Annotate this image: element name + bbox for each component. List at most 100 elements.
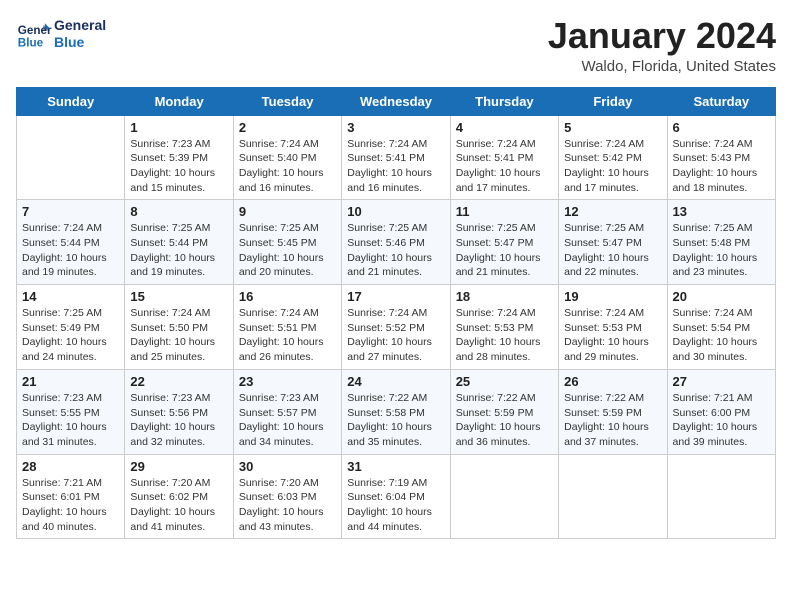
calendar-cell: 12 Sunrise: 7:25 AMSunset: 5:47 PMDayligh… bbox=[559, 200, 667, 285]
calendar-cell bbox=[667, 454, 775, 539]
week-row-2: 7 Sunrise: 7:24 AMSunset: 5:44 PMDaylight… bbox=[17, 200, 776, 285]
day-number: 15 bbox=[130, 289, 227, 304]
day-info: Sunrise: 7:24 AMSunset: 5:44 PMDaylight:… bbox=[22, 221, 119, 280]
calendar-cell: 8 Sunrise: 7:25 AMSunset: 5:44 PMDaylight… bbox=[125, 200, 233, 285]
day-info: Sunrise: 7:25 AMSunset: 5:45 PMDaylight:… bbox=[239, 221, 336, 280]
day-info: Sunrise: 7:25 AMSunset: 5:47 PMDaylight:… bbox=[564, 221, 661, 280]
day-number: 9 bbox=[239, 204, 336, 219]
calendar-cell: 26Sunrise: 7:22 AMSunset: 5:59 PMDayligh… bbox=[559, 369, 667, 454]
calendar-cell: 1 Sunrise: 7:23 AMSunset: 5:39 PMDaylight… bbox=[125, 115, 233, 200]
week-row-1: 1 Sunrise: 7:23 AMSunset: 5:39 PMDaylight… bbox=[17, 115, 776, 200]
calendar-cell: 14 Sunrise: 7:25 AMSunset: 5:49 PMDayligh… bbox=[17, 285, 125, 370]
logo-line1: General bbox=[54, 17, 106, 34]
calendar-cell: 27Sunrise: 7:21 AMSunset: 6:00 PMDayligh… bbox=[667, 369, 775, 454]
calendar-cell bbox=[450, 454, 558, 539]
day-number: 13 bbox=[673, 204, 770, 219]
day-number: 16 bbox=[239, 289, 336, 304]
svg-text:Blue: Blue bbox=[18, 37, 44, 50]
day-number: 29 bbox=[130, 459, 227, 474]
day-info: Sunrise: 7:24 AMSunset: 5:41 PMDaylight:… bbox=[456, 137, 553, 196]
day-info: Sunrise: 7:24 AMSunset: 5:41 PMDaylight:… bbox=[347, 137, 444, 196]
calendar-cell: 10 Sunrise: 7:25 AMSunset: 5:46 PMDayligh… bbox=[342, 200, 450, 285]
day-number: 14 bbox=[22, 289, 119, 304]
calendar-cell: 22 Sunrise: 7:23 AMSunset: 5:56 PMDayligh… bbox=[125, 369, 233, 454]
calendar-cell: 13 Sunrise: 7:25 AMSunset: 5:48 PMDayligh… bbox=[667, 200, 775, 285]
day-number: 5 bbox=[564, 120, 661, 135]
calendar-cell: 24Sunrise: 7:22 AMSunset: 5:58 PMDayligh… bbox=[342, 369, 450, 454]
day-number: 1 bbox=[130, 120, 227, 135]
calendar-cell: 5 Sunrise: 7:24 AMSunset: 5:42 PMDaylight… bbox=[559, 115, 667, 200]
calendar-cell: 7 Sunrise: 7:24 AMSunset: 5:44 PMDaylight… bbox=[17, 200, 125, 285]
logo-icon: General Blue bbox=[16, 16, 52, 52]
day-info: Sunrise: 7:22 AMSunset: 5:58 PMDaylight:… bbox=[347, 391, 444, 450]
day-info: Sunrise: 7:25 AMSunset: 5:44 PMDaylight:… bbox=[130, 221, 227, 280]
day-info: Sunrise: 7:24 AMSunset: 5:54 PMDaylight:… bbox=[673, 306, 770, 365]
day-info: Sunrise: 7:24 AMSunset: 5:50 PMDaylight:… bbox=[130, 306, 227, 365]
day-number: 6 bbox=[673, 120, 770, 135]
calendar-cell bbox=[17, 115, 125, 200]
day-number: 28 bbox=[22, 459, 119, 474]
day-info: Sunrise: 7:23 AMSunset: 5:39 PMDaylight:… bbox=[130, 137, 227, 196]
day-number: 22 bbox=[130, 374, 227, 389]
calendar-cell: 6 Sunrise: 7:24 AMSunset: 5:43 PMDaylight… bbox=[667, 115, 775, 200]
title-block: January 2024 Waldo, Florida, United Stat… bbox=[548, 16, 776, 75]
day-number: 30 bbox=[239, 459, 336, 474]
calendar-header-friday: Friday bbox=[559, 87, 667, 115]
day-number: 19 bbox=[564, 289, 661, 304]
day-info: Sunrise: 7:25 AMSunset: 5:47 PMDaylight:… bbox=[456, 221, 553, 280]
day-info: Sunrise: 7:22 AMSunset: 5:59 PMDaylight:… bbox=[564, 391, 661, 450]
day-number: 11 bbox=[456, 204, 553, 219]
calendar-cell: 9 Sunrise: 7:25 AMSunset: 5:45 PMDaylight… bbox=[233, 200, 341, 285]
calendar-cell: 28 Sunrise: 7:21 AMSunset: 6:01 PMDayligh… bbox=[17, 454, 125, 539]
calendar-header-wednesday: Wednesday bbox=[342, 87, 450, 115]
calendar-cell: 31Sunrise: 7:19 AMSunset: 6:04 PMDayligh… bbox=[342, 454, 450, 539]
day-info: Sunrise: 7:21 AMSunset: 6:01 PMDaylight:… bbox=[22, 476, 119, 535]
day-info: Sunrise: 7:24 AMSunset: 5:53 PMDaylight:… bbox=[456, 306, 553, 365]
day-info: Sunrise: 7:24 AMSunset: 5:40 PMDaylight:… bbox=[239, 137, 336, 196]
calendar-header-saturday: Saturday bbox=[667, 87, 775, 115]
day-number: 17 bbox=[347, 289, 444, 304]
day-number: 23 bbox=[239, 374, 336, 389]
calendar-cell: 11 Sunrise: 7:25 AMSunset: 5:47 PMDayligh… bbox=[450, 200, 558, 285]
day-info: Sunrise: 7:24 AMSunset: 5:52 PMDaylight:… bbox=[347, 306, 444, 365]
calendar-cell: 25 Sunrise: 7:22 AMSunset: 5:59 PMDayligh… bbox=[450, 369, 558, 454]
day-info: Sunrise: 7:25 AMSunset: 5:48 PMDaylight:… bbox=[673, 221, 770, 280]
day-info: Sunrise: 7:24 AMSunset: 5:43 PMDaylight:… bbox=[673, 137, 770, 196]
day-info: Sunrise: 7:20 AMSunset: 6:03 PMDaylight:… bbox=[239, 476, 336, 535]
calendar-header-sunday: Sunday bbox=[17, 87, 125, 115]
page-header: General Blue General Blue January 2024 W… bbox=[16, 16, 776, 75]
day-info: Sunrise: 7:25 AMSunset: 5:46 PMDaylight:… bbox=[347, 221, 444, 280]
day-info: Sunrise: 7:24 AMSunset: 5:53 PMDaylight:… bbox=[564, 306, 661, 365]
week-row-4: 21Sunrise: 7:23 AMSunset: 5:55 PMDayligh… bbox=[17, 369, 776, 454]
day-number: 25 bbox=[456, 374, 553, 389]
calendar-cell: 2 Sunrise: 7:24 AMSunset: 5:40 PMDaylight… bbox=[233, 115, 341, 200]
day-number: 10 bbox=[347, 204, 444, 219]
calendar-header-thursday: Thursday bbox=[450, 87, 558, 115]
day-info: Sunrise: 7:22 AMSunset: 5:59 PMDaylight:… bbox=[456, 391, 553, 450]
calendar-cell: 17 Sunrise: 7:24 AMSunset: 5:52 PMDayligh… bbox=[342, 285, 450, 370]
day-info: Sunrise: 7:25 AMSunset: 5:49 PMDaylight:… bbox=[22, 306, 119, 365]
calendar-cell: 30 Sunrise: 7:20 AMSunset: 6:03 PMDayligh… bbox=[233, 454, 341, 539]
day-number: 12 bbox=[564, 204, 661, 219]
day-number: 7 bbox=[22, 204, 119, 219]
calendar-cell: 15 Sunrise: 7:24 AMSunset: 5:50 PMDayligh… bbox=[125, 285, 233, 370]
day-number: 20 bbox=[673, 289, 770, 304]
calendar-cell: 4 Sunrise: 7:24 AMSunset: 5:41 PMDaylight… bbox=[450, 115, 558, 200]
calendar-cell bbox=[559, 454, 667, 539]
day-number: 3 bbox=[347, 120, 444, 135]
month-title: January 2024 bbox=[548, 16, 776, 56]
calendar-cell: 23Sunrise: 7:23 AMSunset: 5:57 PMDayligh… bbox=[233, 369, 341, 454]
day-info: Sunrise: 7:24 AMSunset: 5:42 PMDaylight:… bbox=[564, 137, 661, 196]
day-number: 2 bbox=[239, 120, 336, 135]
day-info: Sunrise: 7:23 AMSunset: 5:56 PMDaylight:… bbox=[130, 391, 227, 450]
day-number: 8 bbox=[130, 204, 227, 219]
calendar-header-monday: Monday bbox=[125, 87, 233, 115]
calendar-body: 1 Sunrise: 7:23 AMSunset: 5:39 PMDaylight… bbox=[17, 115, 776, 539]
day-info: Sunrise: 7:24 AMSunset: 5:51 PMDaylight:… bbox=[239, 306, 336, 365]
calendar-cell: 16 Sunrise: 7:24 AMSunset: 5:51 PMDayligh… bbox=[233, 285, 341, 370]
week-row-3: 14 Sunrise: 7:25 AMSunset: 5:49 PMDayligh… bbox=[17, 285, 776, 370]
location: Waldo, Florida, United States bbox=[548, 58, 776, 75]
logo: General Blue General Blue bbox=[16, 16, 106, 52]
day-number: 31 bbox=[347, 459, 444, 474]
day-number: 4 bbox=[456, 120, 553, 135]
